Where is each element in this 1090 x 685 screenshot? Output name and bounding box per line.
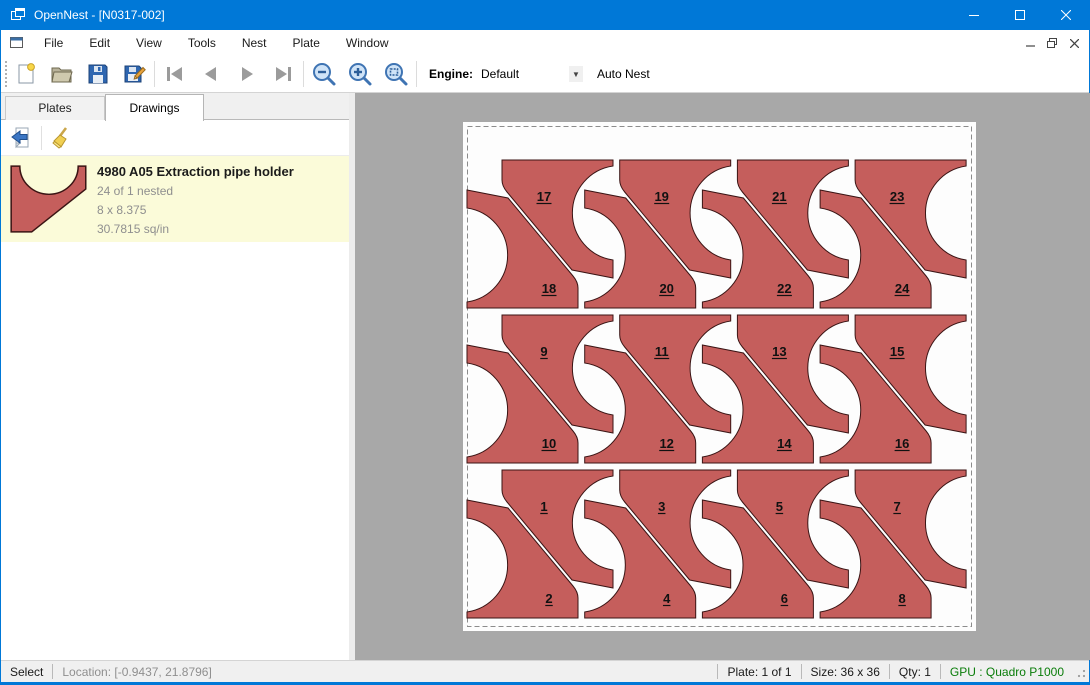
save-as-button[interactable] [116, 59, 152, 89]
menu-item-plate[interactable]: Plate [280, 30, 333, 56]
zoom-fit-button[interactable] [378, 59, 414, 89]
new-button[interactable] [8, 59, 44, 89]
toolbar: Engine: Default ▼ Auto Nest [1, 56, 1089, 93]
part-thumbnail [1, 156, 97, 242]
last-plate-button[interactable] [265, 59, 301, 89]
menu-item-edit[interactable]: Edit [76, 30, 123, 56]
window-title: OpenNest - [N0317-002] [34, 8, 165, 22]
svg-text:22: 22 [777, 281, 791, 296]
import-drawing-button[interactable] [7, 124, 37, 152]
previous-plate-button[interactable] [193, 59, 229, 89]
engine-dropdown-arrow[interactable]: ▼ [569, 66, 583, 82]
svg-text:21: 21 [772, 189, 786, 204]
drawing-area: 30.7815 sq/in [97, 222, 294, 236]
drawing-size: 8 x 8.375 [97, 203, 294, 217]
mdi-close-button[interactable] [1063, 33, 1085, 53]
mdi-minimize-button[interactable] [1019, 33, 1041, 53]
svg-text:3: 3 [658, 499, 665, 514]
clear-drawings-button[interactable] [48, 124, 78, 152]
svg-text:12: 12 [659, 436, 673, 451]
status-mode: Select [1, 665, 52, 679]
svg-text:13: 13 [772, 344, 786, 359]
svg-text:20: 20 [659, 281, 673, 296]
status-plate: Plate: 1 of 1 [718, 665, 800, 679]
drawing-title: 4980 A05 Extraction pipe holder [97, 164, 294, 179]
svg-text:4: 4 [663, 591, 671, 606]
svg-text:9: 9 [540, 344, 547, 359]
next-plate-button[interactable] [229, 59, 265, 89]
svg-text:5: 5 [776, 499, 783, 514]
tab-drawings[interactable]: Drawings [105, 94, 204, 121]
zoom-in-button[interactable] [342, 59, 378, 89]
drawings-toolbar [1, 120, 349, 156]
svg-text:10: 10 [542, 436, 556, 451]
engine-label: Engine: [429, 67, 473, 81]
svg-text:24: 24 [895, 281, 910, 296]
mdi-restore-button[interactable] [1041, 33, 1063, 53]
menu-item-nest[interactable]: Nest [229, 30, 280, 56]
app-window: OpenNest - [N0317-002] FileEditViewTools… [0, 0, 1090, 685]
status-bar: Select Location: [-0.9437, 21.8796] Plat… [1, 660, 1089, 682]
nesting-canvas[interactable]: 171819202122232491011121314151612345678 [355, 93, 1090, 660]
menu-items: FileEditViewToolsNestPlateWindow [31, 30, 402, 56]
document-icon [9, 36, 25, 50]
status-qty: Qty: 1 [890, 665, 940, 679]
resize-grip[interactable] [1073, 665, 1087, 679]
drawings-panel: 4980 A05 Extraction pipe holder 24 of 1 … [1, 120, 349, 660]
open-button[interactable] [44, 59, 80, 89]
save-button[interactable] [80, 59, 116, 89]
drawing-list-item[interactable]: 4980 A05 Extraction pipe holder 24 of 1 … [1, 156, 349, 242]
maximize-button[interactable] [997, 0, 1043, 30]
app-icon [10, 7, 26, 23]
svg-text:11: 11 [655, 344, 669, 359]
svg-text:17: 17 [537, 189, 551, 204]
svg-text:23: 23 [890, 189, 904, 204]
svg-text:1: 1 [540, 499, 547, 514]
menu-item-tools[interactable]: Tools [175, 30, 229, 56]
svg-text:2: 2 [545, 591, 552, 606]
svg-text:15: 15 [890, 344, 904, 359]
engine-select[interactable]: Default [481, 67, 569, 81]
svg-text:14: 14 [777, 436, 792, 451]
status-size: Size: 36 x 36 [802, 665, 889, 679]
svg-text:7: 7 [893, 499, 900, 514]
auto-nest-label[interactable]: Auto Nest [597, 67, 650, 81]
status-location: Location: [-0.9437, 21.8796] [53, 665, 220, 679]
menu-item-view[interactable]: View [123, 30, 175, 56]
title-bar: OpenNest - [N0317-002] [1, 0, 1089, 30]
svg-text:6: 6 [781, 591, 788, 606]
left-panel-tabs: Plates Drawings [1, 93, 355, 120]
tab-plates[interactable]: Plates [5, 96, 105, 120]
zoom-out-button[interactable] [306, 59, 342, 89]
minimize-button[interactable] [951, 0, 997, 30]
menu-item-window[interactable]: Window [333, 30, 402, 56]
menu-bar: FileEditViewToolsNestPlateWindow [1, 30, 1089, 56]
close-button[interactable] [1043, 0, 1089, 30]
svg-text:19: 19 [654, 189, 668, 204]
first-plate-button[interactable] [157, 59, 193, 89]
svg-text:16: 16 [895, 436, 909, 451]
status-gpu: GPU : Quadro P1000 [941, 665, 1073, 679]
svg-text:8: 8 [898, 591, 905, 606]
drawing-nested-count: 24 of 1 nested [97, 184, 294, 198]
svg-text:18: 18 [542, 281, 556, 296]
menu-item-file[interactable]: File [31, 30, 76, 56]
